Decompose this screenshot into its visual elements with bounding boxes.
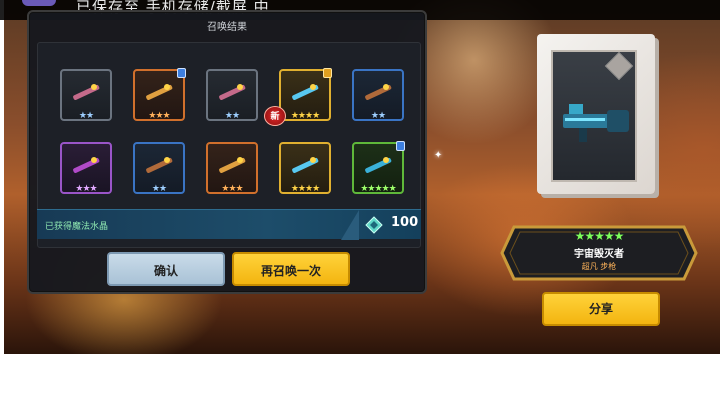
item-stars: ★★★ — [148, 111, 170, 121]
resource-bar: 已获得魔法水晶 100 — [37, 209, 421, 240]
new-badge: 新 — [264, 106, 286, 126]
rifle-icon — [219, 84, 246, 100]
item-stars: ★★★★★ — [360, 184, 396, 194]
reward-card — [537, 28, 662, 198]
staff-icon — [292, 84, 319, 100]
shotgun-icon — [365, 84, 392, 100]
resource-bar-divider — [341, 210, 359, 240]
item-slot[interactable]: ★★★ — [133, 68, 186, 121]
item-stars: ★★ — [78, 111, 94, 121]
reward-name: 宇宙毁灭者 — [574, 249, 624, 260]
crystal-icon — [365, 216, 383, 234]
panel-title: 召唤结果 — [207, 22, 247, 33]
share-button[interactable]: 分享 — [542, 292, 660, 326]
item-badge-icon — [323, 68, 332, 78]
item-stars: ★★ — [224, 111, 240, 121]
toast-pill — [22, 0, 56, 6]
resource-label: 已获得魔法水晶 — [45, 222, 109, 232]
confirm-button[interactable]: 确认 — [107, 252, 225, 286]
armor-icon — [146, 84, 173, 100]
item-slot[interactable]: ★★ — [352, 69, 404, 121]
item-stars: ★★★★ — [290, 111, 320, 121]
minigun-icon — [365, 157, 392, 173]
orb-staff-icon — [292, 157, 319, 173]
bow-icon — [73, 84, 100, 100]
item-stars: ★★ — [370, 111, 386, 121]
item-stars: ★★ — [151, 184, 167, 194]
reward-plaque: ★★★★★ 宇宙毁灭者 超凡 步枪 — [500, 225, 698, 281]
item-badge-icon — [177, 68, 186, 78]
item-slot[interactable]: ★★ — [60, 69, 112, 121]
item-slot[interactable]: ★★ — [133, 142, 185, 194]
item-badge-icon — [396, 141, 405, 151]
summon-again-button[interactable]: 再召唤一次 — [232, 252, 350, 286]
item-slot[interactable]: ★★★★★ — [352, 141, 405, 194]
item-slot[interactable]: ★★★★ — [279, 142, 331, 194]
scepter-icon — [219, 157, 246, 173]
item-stars: ★★★ — [221, 184, 243, 194]
item-slot[interactable]: ★★ — [206, 69, 258, 121]
item-slot[interactable]: ★★★ — [60, 142, 112, 194]
shield-icon — [73, 157, 100, 173]
resource-count: 100 — [391, 215, 419, 230]
sparkle-icon: ✦ — [434, 150, 443, 161]
item-stars: ★★★★ — [290, 184, 320, 194]
summon-result-panel: 召唤结果 ★★ ★★★ ★★ ★★★★ ★★ ★★★ ★★ ★★★ ★★★★ ★★★★★ 新 已获… — [27, 10, 427, 294]
reward-stars: ★★★★★ — [574, 229, 625, 243]
item-slot[interactable]: ★★★ — [206, 142, 258, 194]
item-stars: ★★★ — [75, 184, 97, 194]
reward-subtitle: 超凡 步枪 — [581, 262, 617, 271]
minigun-icon — [563, 104, 629, 142]
item-slot[interactable]: ★★★★ — [279, 68, 332, 121]
result-grid: ★★ ★★★ ★★ ★★★★ ★★ ★★★ ★★ ★★★ ★★★★ ★★★★★ 新 已获得魔法水晶… — [37, 42, 421, 248]
wand-icon — [146, 157, 173, 173]
